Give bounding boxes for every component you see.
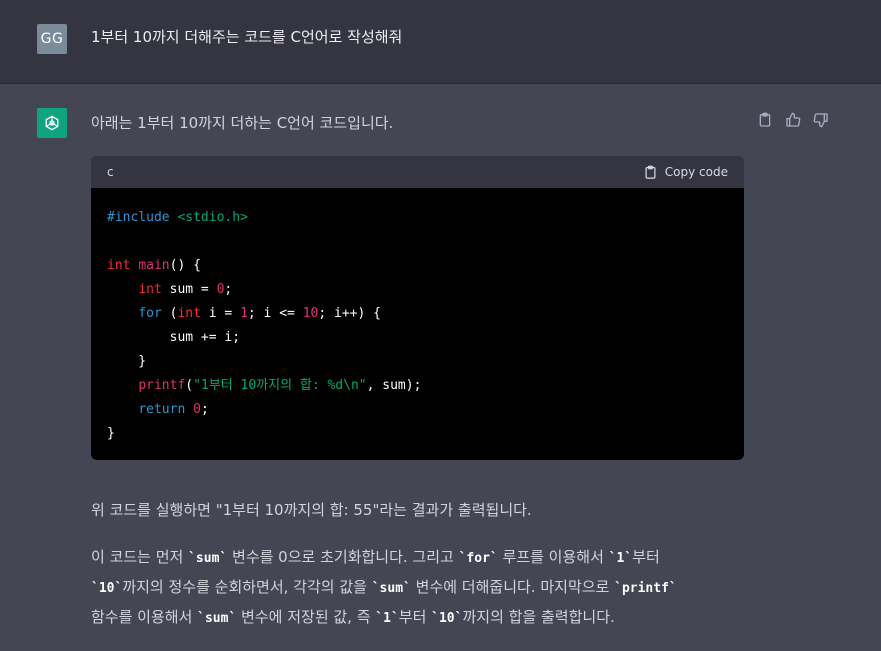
code-line: int sum = 0; — [107, 278, 728, 302]
result-paragraph: 위 코드를 실행하면 "1부터 10까지의 합: 55"라는 결과가 출력됩니다… — [91, 501, 532, 519]
explanation-text: 부터 — [632, 548, 660, 566]
code-token: , sum); — [366, 378, 422, 393]
code-line: return 0; — [107, 398, 728, 422]
code-line: } — [107, 422, 728, 446]
code-token: for — [138, 306, 162, 321]
copy-code-button[interactable]: Copy code — [643, 165, 728, 180]
code-token: 10 — [302, 306, 319, 321]
code-token: ; — [200, 402, 209, 417]
message-actions — [756, 111, 830, 129]
code-block: c Copy code #include <stdio.h> int main()… — [91, 156, 744, 460]
explanation-text: 변수에 더해줍니다. 마지막으로 — [410, 578, 615, 596]
code-token: ( — [161, 306, 178, 321]
inline-code: `1` — [375, 611, 399, 626]
inline-code: `sum` — [197, 611, 237, 626]
code-line: } — [107, 350, 728, 374]
explanation-text: 까지의 정수를 순회하면서, 각각의 값을 — [122, 578, 372, 596]
openai-logo-icon — [45, 115, 59, 131]
explanation-paragraph: 이 코드는 먼저 `sum` 변수를 0으로 초기화합니다. 그리고 `for`… — [91, 543, 751, 633]
code-token: i = — [200, 306, 241, 321]
code-token: } — [107, 354, 147, 369]
user-message-row: GG 1부터 10까지 더해주는 코드를 C언어로 작성해줘 — [0, 0, 881, 84]
code-token: 0 — [193, 402, 201, 417]
assistant-avatar — [37, 108, 67, 138]
copy-message-button[interactable] — [756, 111, 774, 129]
code-token: "1부터 10까지의 합: %d\n" — [193, 378, 367, 393]
user-avatar: GG — [37, 24, 67, 54]
explanation-text: 변수에 저장된 값, 즉 — [236, 608, 376, 626]
inline-code: `10` — [91, 581, 123, 596]
assistant-message-row: 아래는 1부터 10까지 더하는 C언어 코드입니다. c Copy code … — [0, 84, 881, 651]
code-line: sum += i; — [107, 326, 728, 350]
code-line: #include <stdio.h> — [107, 206, 728, 230]
code-token: } — [107, 426, 115, 441]
code-line: for (int i = 1; i <= 10; i++) { — [107, 302, 728, 326]
inline-code: `1` — [608, 551, 633, 566]
code-token: ; i++) { — [318, 306, 381, 321]
thumbs-down-icon — [813, 113, 828, 128]
code-token: sum += i; — [107, 330, 241, 345]
explanation-text: 부터 — [398, 608, 432, 626]
assistant-intro-text: 아래는 1부터 10까지 더하는 C언어 코드입니다. — [91, 114, 394, 132]
code-token: <stdio.h> — [177, 210, 248, 225]
clipboard-icon — [759, 112, 771, 127]
inline-code: `sum` — [188, 551, 228, 566]
code-token: int — [177, 306, 201, 321]
explanation-text: 변수를 0으로 초기화합니다. 그리고 — [227, 548, 459, 566]
code-token: sum = — [161, 282, 217, 297]
thumbs-down-button[interactable] — [812, 111, 830, 129]
code-token: int — [138, 282, 162, 297]
code-token: #include — [107, 210, 178, 225]
code-token: 1 — [240, 306, 248, 321]
inline-code: `for` — [458, 551, 498, 566]
code-token: return — [138, 402, 186, 417]
clipboard-icon — [645, 165, 656, 179]
inline-code: `sum` — [371, 581, 411, 596]
code-token: ; i <= — [247, 306, 303, 321]
code-line: int main() { — [107, 254, 728, 278]
inline-code: `10` — [431, 611, 463, 626]
code-token: ( — [185, 378, 194, 393]
code-header: c Copy code — [91, 156, 744, 188]
thumbs-up-button[interactable] — [784, 111, 802, 129]
code-token: () { — [169, 258, 201, 273]
code-token: main — [138, 258, 170, 273]
code-token: ; — [224, 282, 233, 297]
code-content: #include <stdio.h> int main() { int sum =… — [91, 188, 744, 446]
explanation-text: 함수를 이용해서 — [91, 608, 198, 626]
copy-code-label: Copy code — [664, 165, 728, 179]
explanation-text: 루프를 이용해서 — [497, 548, 609, 566]
code-token: printf — [138, 378, 186, 393]
explanation-text: 까지의 합을 출력합니다. — [462, 608, 615, 626]
thumbs-up-icon — [786, 112, 801, 127]
code-line: printf("1부터 10까지의 합: %d\n", sum); — [107, 374, 728, 398]
code-token: int — [107, 258, 131, 273]
explanation-text: 이 코드는 먼저 — [91, 548, 189, 566]
code-language-label: c — [107, 165, 114, 179]
user-message-text: 1부터 10까지 더해주는 코드를 C언어로 작성해줘 — [91, 28, 403, 46]
inline-code: `printf` — [614, 581, 677, 596]
